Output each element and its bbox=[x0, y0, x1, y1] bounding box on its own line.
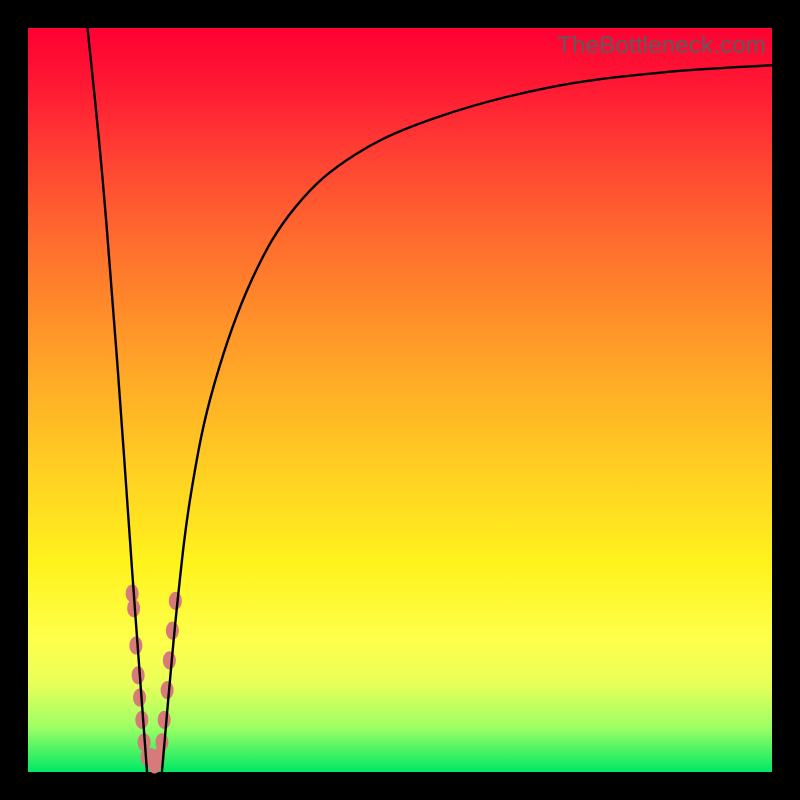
chart-svg bbox=[28, 28, 772, 772]
curve-left bbox=[88, 28, 148, 772]
data-point bbox=[133, 689, 146, 707]
chart-frame: TheBottleneck.com bbox=[0, 0, 800, 800]
data-point bbox=[163, 651, 176, 669]
plot-area: TheBottleneck.com bbox=[28, 28, 772, 772]
data-point bbox=[155, 733, 168, 751]
data-point bbox=[132, 666, 145, 684]
data-point bbox=[161, 681, 174, 699]
data-point bbox=[166, 622, 179, 640]
data-point bbox=[129, 637, 142, 655]
data-point bbox=[169, 592, 182, 610]
data-point bbox=[158, 711, 171, 729]
curve-right bbox=[162, 65, 772, 772]
